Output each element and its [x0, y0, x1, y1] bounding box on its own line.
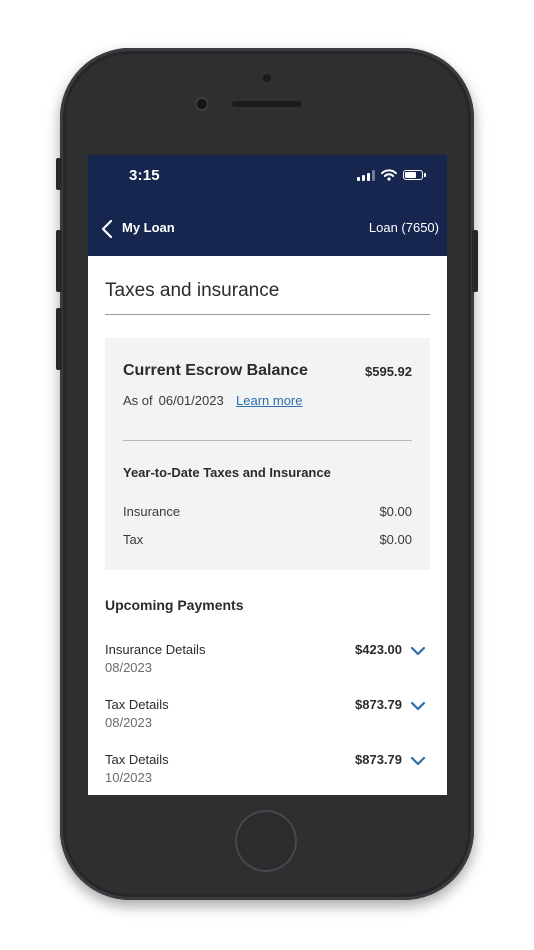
payment-date: 08/2023: [105, 660, 152, 675]
cellular-signal-icon: [357, 169, 375, 181]
chevron-down-icon[interactable]: [410, 754, 426, 768]
ytd-row-value: $0.00: [379, 504, 412, 519]
ytd-row-insurance: Insurance $0.00: [123, 504, 412, 519]
payment-amount: $423.00: [355, 642, 402, 657]
payment-name: Tax Details: [105, 752, 169, 767]
nav-title[interactable]: My Loan: [122, 220, 175, 235]
earpiece-speaker: [232, 101, 302, 107]
page-title: Taxes and insurance: [105, 280, 280, 301]
payment-amount: $873.79: [355, 752, 402, 767]
escrow-balance-label: Current Escrow Balance: [123, 362, 308, 379]
status-time: 3:15: [129, 167, 160, 184]
power-button: [472, 230, 478, 292]
payment-row-tax[interactable]: Tax Details 08/2023 $873.79: [105, 697, 430, 737]
front-camera: [197, 99, 207, 109]
divider: [105, 314, 430, 315]
chevron-down-icon[interactable]: [410, 644, 426, 658]
as-of-label: As of: [123, 393, 153, 408]
payment-row-insurance[interactable]: Insurance Details 08/2023 $423.00: [105, 642, 430, 682]
payment-row-tax[interactable]: Tax Details 10/2023 $873.79: [105, 752, 430, 792]
divider: [123, 440, 412, 441]
ytd-row-label: Tax: [123, 532, 144, 547]
mute-switch: [56, 158, 62, 190]
as-of-text: As of 06/01/2023: [123, 393, 224, 408]
nav-header: 3:15 My Loan Loan (7650): [88, 155, 447, 256]
payment-date: 08/2023: [105, 715, 152, 730]
app-screen: 3:15 My Loan Loan (7650) Taxes and insur…: [88, 155, 447, 795]
payment-name: Tax Details: [105, 697, 169, 712]
volume-down-button: [56, 308, 62, 370]
escrow-balance-amount: $595.92: [365, 364, 412, 379]
ytd-row-value: $0.00: [379, 532, 412, 547]
status-icons: [357, 169, 426, 181]
battery-icon: [403, 170, 426, 180]
as-of-date: 06/01/2023: [158, 393, 224, 408]
payment-date: 10/2023: [105, 770, 152, 785]
payment-name: Insurance Details: [105, 642, 206, 657]
ytd-row-label: Insurance: [123, 504, 181, 519]
learn-more-link[interactable]: Learn more: [236, 393, 302, 408]
escrow-card: Current Escrow Balance $595.92 As of 06/0…: [105, 338, 430, 570]
upcoming-payments-heading: Upcoming Payments: [105, 597, 244, 613]
loan-selector[interactable]: Loan (7650): [369, 220, 439, 235]
proximity-sensor: [263, 74, 271, 82]
payment-amount: $873.79: [355, 697, 402, 712]
chevron-down-icon[interactable]: [410, 699, 426, 713]
volume-up-button: [56, 230, 62, 292]
ytd-heading: Year-to-Date Taxes and Insurance: [123, 465, 331, 480]
ytd-row-tax: Tax $0.00: [123, 532, 412, 547]
wifi-icon: [381, 169, 397, 181]
home-button[interactable]: [235, 810, 297, 872]
